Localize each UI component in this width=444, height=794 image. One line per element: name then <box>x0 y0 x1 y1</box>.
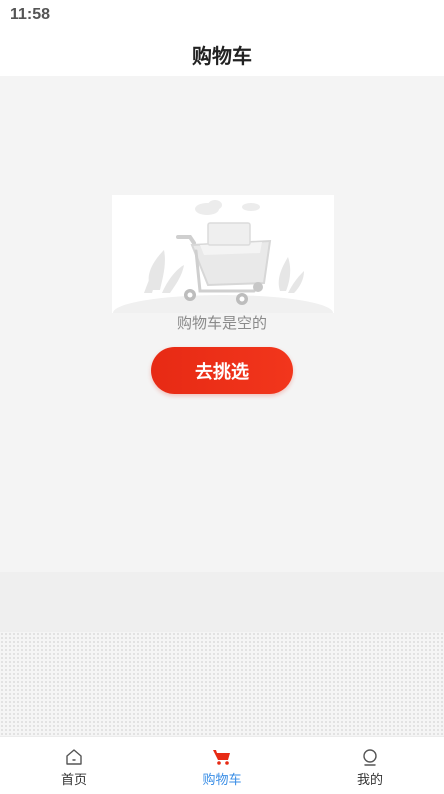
empty-cart-illustration <box>112 195 334 313</box>
nav-bar: 购物车 <box>0 30 444 76</box>
tab-profile-label: 我的 <box>356 773 383 788</box>
tab-cart[interactable]: 购物车 <box>148 737 296 794</box>
tab-cart-label: 购物车 <box>202 773 242 788</box>
content-band <box>0 572 444 632</box>
empty-cart-message: 购物车是空的 <box>176 314 267 332</box>
status-time: 11:58 <box>10 6 51 23</box>
tab-home[interactable]: 首页 <box>0 737 148 794</box>
go-shopping-button[interactable]: 去挑选 <box>151 347 293 394</box>
home-icon <box>64 747 84 767</box>
tab-home-label: 首页 <box>60 773 87 788</box>
page-title: 购物车 <box>192 44 252 68</box>
profile-icon <box>360 747 380 767</box>
textured-background <box>0 632 444 736</box>
status-bar: 11:58 <box>0 0 444 30</box>
cart-icon <box>212 747 232 767</box>
bottom-tab-bar: 首页 购物车 我的 <box>0 736 444 794</box>
tab-profile[interactable]: 我的 <box>296 737 444 794</box>
